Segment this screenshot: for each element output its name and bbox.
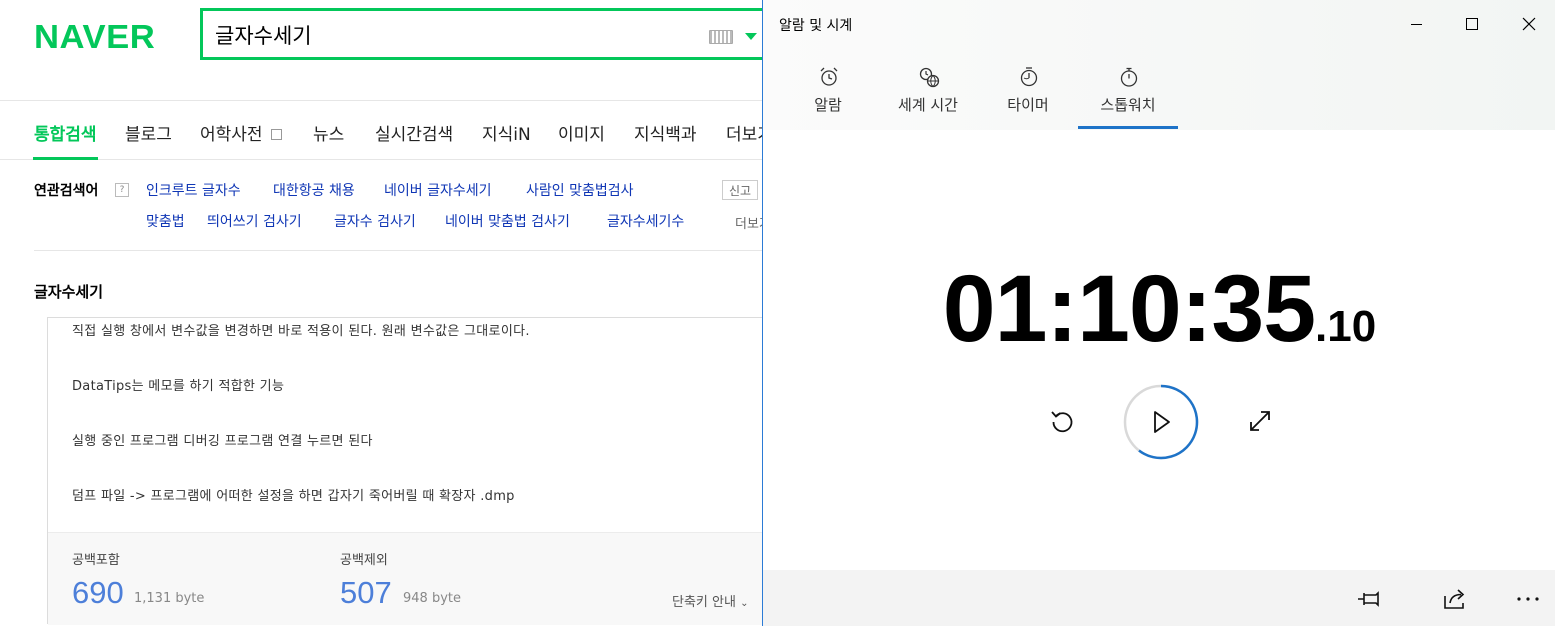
stopwatch-fraction: .10 xyxy=(1315,302,1377,351)
tab-encyclopedia[interactable]: 지식백과 xyxy=(634,120,697,145)
search-input[interactable] xyxy=(215,19,695,51)
search-tabs: 통합검색 블로그 어학사전 뉴스 실시간검색 지식iN 이미지 지식백과 더보기 xyxy=(0,100,762,160)
window-title: 알람 및 시계 xyxy=(779,18,853,34)
tab-stopwatch-label: 스톱워치 xyxy=(1100,96,1156,114)
text-line: 실행 중인 프로그램 디버깅 프로그램 연결 누르면 된다 xyxy=(72,434,373,449)
tab-world-clock-label: 세계 시간 xyxy=(898,96,958,114)
related-keyword[interactable]: 네이버 글자수세기 xyxy=(384,180,492,200)
external-link-icon xyxy=(270,128,282,140)
with-space-bytes: 1,131 byte xyxy=(134,591,205,606)
timer-icon xyxy=(1020,67,1038,87)
tab-dictionary-label: 어학사전 xyxy=(200,125,263,145)
stopwatch-time: 01:10:35 xyxy=(942,256,1316,362)
alarm-clock-icon xyxy=(820,67,838,86)
close-icon xyxy=(1522,17,1536,31)
world-clock-icon xyxy=(919,67,940,88)
reset-button[interactable] xyxy=(1043,402,1081,440)
play-button[interactable] xyxy=(1122,383,1200,461)
tab-news[interactable]: 뉴스 xyxy=(313,120,344,145)
stopwatch-display: 01:10:35.10 xyxy=(763,255,1555,364)
share-icon xyxy=(1444,589,1465,609)
count-summary: 공백포함 690 1,131 byte 공백제외 507 948 byte 단축… xyxy=(48,532,762,625)
tab-kin[interactable]: 지식iN xyxy=(482,120,531,145)
report-button[interactable]: 신고 xyxy=(722,180,758,200)
close-button[interactable] xyxy=(1506,0,1552,48)
related-keyword[interactable]: 인크루트 글자수 xyxy=(146,180,241,200)
search-box[interactable] xyxy=(200,8,762,60)
naver-window: NAVER 통합검색 블로그 어학사전 뉴스 실시간검색 지식iN 이미지 지식… xyxy=(0,0,762,626)
pin-icon xyxy=(1358,591,1379,607)
tab-image[interactable]: 이미지 xyxy=(558,120,605,145)
share-button[interactable] xyxy=(1440,584,1470,614)
reset-icon xyxy=(1051,411,1073,433)
without-space-label: 공백제외 xyxy=(340,553,388,568)
expand-icon xyxy=(1250,411,1270,431)
play-icon xyxy=(1123,384,1199,460)
autocomplete-toggle-icon[interactable] xyxy=(745,33,757,40)
active-tab-indicator xyxy=(1078,126,1178,129)
ellipsis-icon xyxy=(1517,597,1539,601)
with-space-count: 690 xyxy=(72,575,124,610)
section-title: 글자수세기 xyxy=(34,283,104,301)
tab-blog[interactable]: 블로그 xyxy=(125,120,172,145)
more-options-button[interactable] xyxy=(1513,584,1543,614)
shortcut-guide-label: 단축키 안내 xyxy=(672,595,736,610)
related-keyword[interactable]: 사람인 맞춤법검사 xyxy=(526,180,634,200)
tab-integrated-search[interactable]: 통합검색 xyxy=(34,120,97,145)
tab-more[interactable]: 더보기 xyxy=(726,120,762,145)
related-keyword[interactable]: 대한항공 채용 xyxy=(273,180,355,200)
help-icon[interactable]: ? xyxy=(115,183,129,197)
related-keyword[interactable]: 글자수 검사기 xyxy=(334,211,416,231)
related-searches-title: 연관검색어 xyxy=(34,183,99,199)
tab-realtime[interactable]: 실시간검색 xyxy=(375,120,453,145)
without-space-bytes: 948 byte xyxy=(403,591,461,606)
without-space-count: 507 xyxy=(340,575,392,610)
maximize-button[interactable] xyxy=(1449,0,1495,48)
related-keyword[interactable]: 네이버 맞춤법 검사기 xyxy=(445,211,570,231)
naver-logo[interactable]: NAVER xyxy=(34,18,155,56)
clock-app-window: 알람 및 시계 알람 세계 시간 타이머 스톱워치 01:10:35.10 xyxy=(762,0,1555,626)
divider xyxy=(34,250,762,251)
text-line: 직접 실행 창에서 변수값을 변경하면 바로 적용이 된다. 원래 변수값은 그… xyxy=(72,324,530,339)
text-line: 덤프 파일 -> 프로그램에 어떠한 설정을 하면 갑자기 죽어버릴 때 확장자… xyxy=(72,489,515,504)
tab-timer-label: 타이머 xyxy=(1007,96,1049,114)
active-tab-indicator xyxy=(33,157,98,160)
minimize-button[interactable] xyxy=(1393,0,1439,48)
related-keyword[interactable]: 맞춤법 xyxy=(146,211,185,231)
tab-dictionary[interactable]: 어학사전 xyxy=(200,120,282,145)
text-line: DataTips는 메모를 하기 적합한 기능 xyxy=(72,379,285,394)
minimize-icon xyxy=(1410,23,1422,25)
related-keyword[interactable]: 글자수세기수 xyxy=(607,211,684,231)
related-keyword[interactable]: 띄어쓰기 검사기 xyxy=(207,211,302,231)
with-space-label: 공백포함 xyxy=(72,553,120,568)
stopwatch-icon xyxy=(1120,67,1138,87)
pin-button[interactable] xyxy=(1355,584,1385,614)
tab-alarm-label: 알람 xyxy=(814,96,842,114)
chevron-down-icon: ⌄ xyxy=(740,598,749,609)
command-bar xyxy=(763,570,1555,626)
expand-button[interactable] xyxy=(1241,402,1279,440)
maximize-icon xyxy=(1466,18,1478,30)
shortcut-guide-link[interactable]: 단축키 안내 ⌄ xyxy=(672,591,748,610)
keyboard-icon[interactable] xyxy=(709,30,733,44)
related-more-link[interactable]: 더보기 xyxy=(735,213,762,232)
char-counter-panel: 직접 실행 창에서 변수값을 변경하면 바로 적용이 된다. 원래 변수값은 그… xyxy=(47,317,762,625)
text-input-area[interactable]: 직접 실행 창에서 변수값을 변경하면 바로 적용이 된다. 원래 변수값은 그… xyxy=(48,318,762,532)
